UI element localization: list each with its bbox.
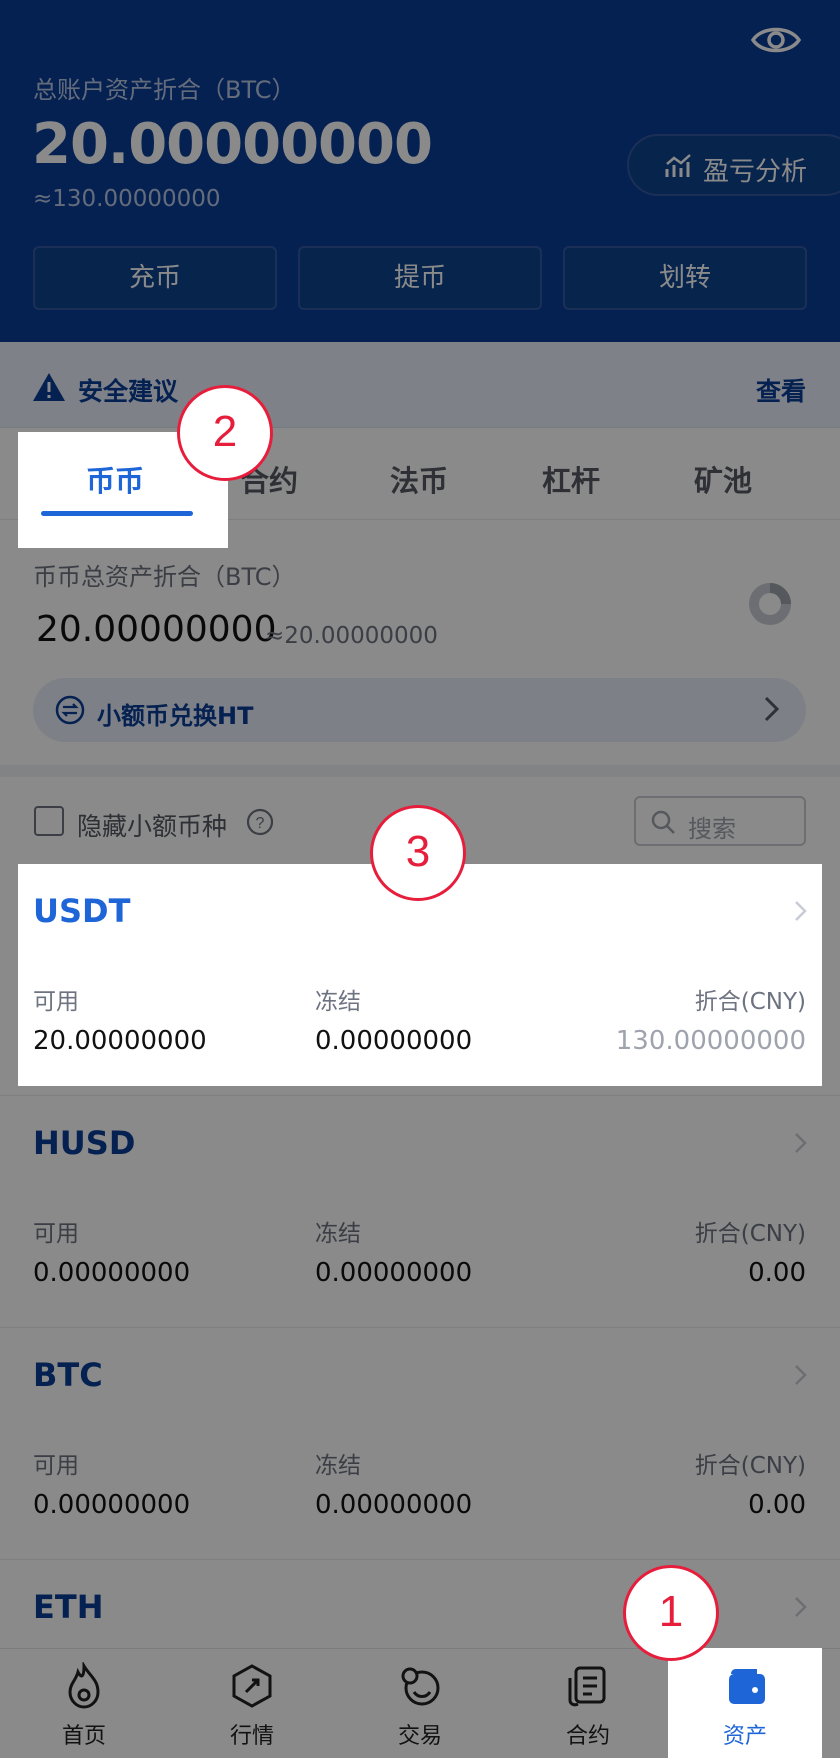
frozen-value: 0.00000000	[315, 1490, 473, 1520]
nav-trade[interactable]: 交易	[336, 1648, 504, 1758]
cny-label: 折合(CNY)	[694, 1221, 806, 1247]
pnl-analysis-label: 盈亏分析	[703, 157, 808, 187]
deposit-button[interactable]: 充币	[33, 246, 277, 310]
available-label: 可用	[33, 1453, 79, 1479]
tab-fiat[interactable]: 法币	[390, 458, 448, 500]
coin-name: BTC	[33, 1356, 103, 1394]
chevron-right-icon	[795, 901, 807, 921]
exchange-cycle-icon	[401, 1667, 440, 1706]
cny-value: 0.00	[748, 1490, 806, 1520]
available-value: 20.00000000	[33, 1026, 207, 1056]
chevron-right-icon	[764, 696, 780, 722]
nav-home[interactable]: 首页	[0, 1648, 168, 1758]
eye-icon[interactable]	[750, 18, 802, 62]
security-alert-bar[interactable]: 安全建议 查看	[0, 342, 840, 428]
total-assets-value: 20.00000000	[32, 112, 433, 177]
search-placeholder: 搜索	[688, 815, 736, 843]
step-badge-1: 1	[623, 1565, 719, 1661]
document-icon	[568, 1666, 606, 1707]
coin-row-husd[interactable]: HUSD 可用 冻结 折合(CNY) 0.00000000 0.00000000…	[0, 1096, 840, 1328]
spot-assets-approx: ≈20.00000000	[265, 623, 438, 649]
convert-label: 小额币兑换HT	[97, 702, 254, 730]
section-gap	[0, 765, 840, 777]
small-coin-convert-button[interactable]: 小额币兑换HT	[33, 678, 806, 742]
cny-value: 130.00000000	[615, 1026, 806, 1056]
warning-icon	[33, 373, 65, 401]
tab-indicator	[41, 511, 193, 516]
cny-label: 折合(CNY)	[694, 1453, 806, 1479]
chevron-right-icon	[795, 1597, 807, 1617]
chevron-right-icon	[795, 1365, 807, 1385]
frozen-value: 0.00000000	[315, 1026, 473, 1056]
coin-name: ETH	[33, 1588, 104, 1626]
total-assets-label: 总账户资产折合（BTC）	[33, 76, 296, 104]
pie-chart-icon[interactable]	[748, 582, 792, 626]
security-advice-label: 安全建议	[78, 377, 179, 406]
search-input[interactable]: 搜索	[634, 796, 806, 846]
svg-text:?: ?	[256, 815, 265, 832]
nav-label: 交易	[397, 1724, 442, 1749]
available-value: 0.00000000	[33, 1490, 191, 1520]
chevron-right-icon	[795, 1133, 807, 1153]
hide-small-label: 隐藏小额币种	[77, 812, 228, 841]
nav-label: 行情	[229, 1724, 274, 1749]
spot-assets-value: 20.00000000	[36, 609, 277, 650]
help-icon[interactable]: ?	[246, 808, 274, 836]
asset-header: 总账户资产折合（BTC） 20.00000000 ≈130.00000000 盈…	[0, 0, 840, 342]
spotlight-assets-nav[interactable]: 资产	[668, 1648, 822, 1758]
coin-row-btc[interactable]: BTC 可用 冻结 折合(CNY) 0.00000000 0.00000000 …	[0, 1328, 840, 1560]
coin-name: HUSD	[33, 1124, 136, 1162]
frozen-value: 0.00000000	[315, 1258, 473, 1288]
hide-small-checkbox[interactable]	[34, 806, 64, 836]
tab-pool[interactable]: 矿池	[694, 458, 752, 500]
coin-name: USDT	[33, 892, 131, 930]
hexagon-chart-icon	[232, 1664, 272, 1708]
nav-market[interactable]: 行情	[168, 1648, 336, 1758]
frozen-label: 冻结	[315, 1453, 361, 1479]
tab-spot-highlighted: 币币	[86, 464, 145, 498]
withdraw-button[interactable]: 提币	[298, 246, 542, 310]
cny-value: 0.00	[748, 1258, 806, 1288]
search-icon	[651, 810, 675, 834]
frozen-label: 冻结	[315, 989, 361, 1015]
available-label: 可用	[33, 1221, 79, 1247]
nav-contract[interactable]: 合约	[504, 1648, 672, 1758]
spot-assets-label: 币币总资产折合（BTC）	[33, 563, 296, 591]
frozen-label: 冻结	[315, 1221, 361, 1247]
total-assets-approx: ≈130.00000000	[33, 186, 221, 212]
view-link[interactable]: 查看	[756, 372, 806, 408]
nav-label: 资产	[722, 1724, 767, 1749]
tab-margin[interactable]: 杠杆	[542, 458, 600, 500]
step-badge-2: 2	[177, 385, 273, 481]
pnl-analysis-button[interactable]: 盈亏分析	[627, 134, 840, 196]
transfer-button[interactable]: 划转	[563, 246, 807, 310]
exchange-icon	[55, 695, 85, 725]
nav-label: 首页	[61, 1724, 106, 1749]
flame-icon	[68, 1662, 100, 1709]
step-badge-3: 3	[370, 805, 466, 901]
wallet-icon	[729, 1669, 765, 1704]
nav-label: 合约	[565, 1724, 610, 1749]
trend-chart-icon	[665, 154, 691, 177]
available-label: 可用	[33, 989, 79, 1015]
available-value: 0.00000000	[33, 1258, 191, 1288]
cny-label: 折合(CNY)	[694, 989, 806, 1015]
